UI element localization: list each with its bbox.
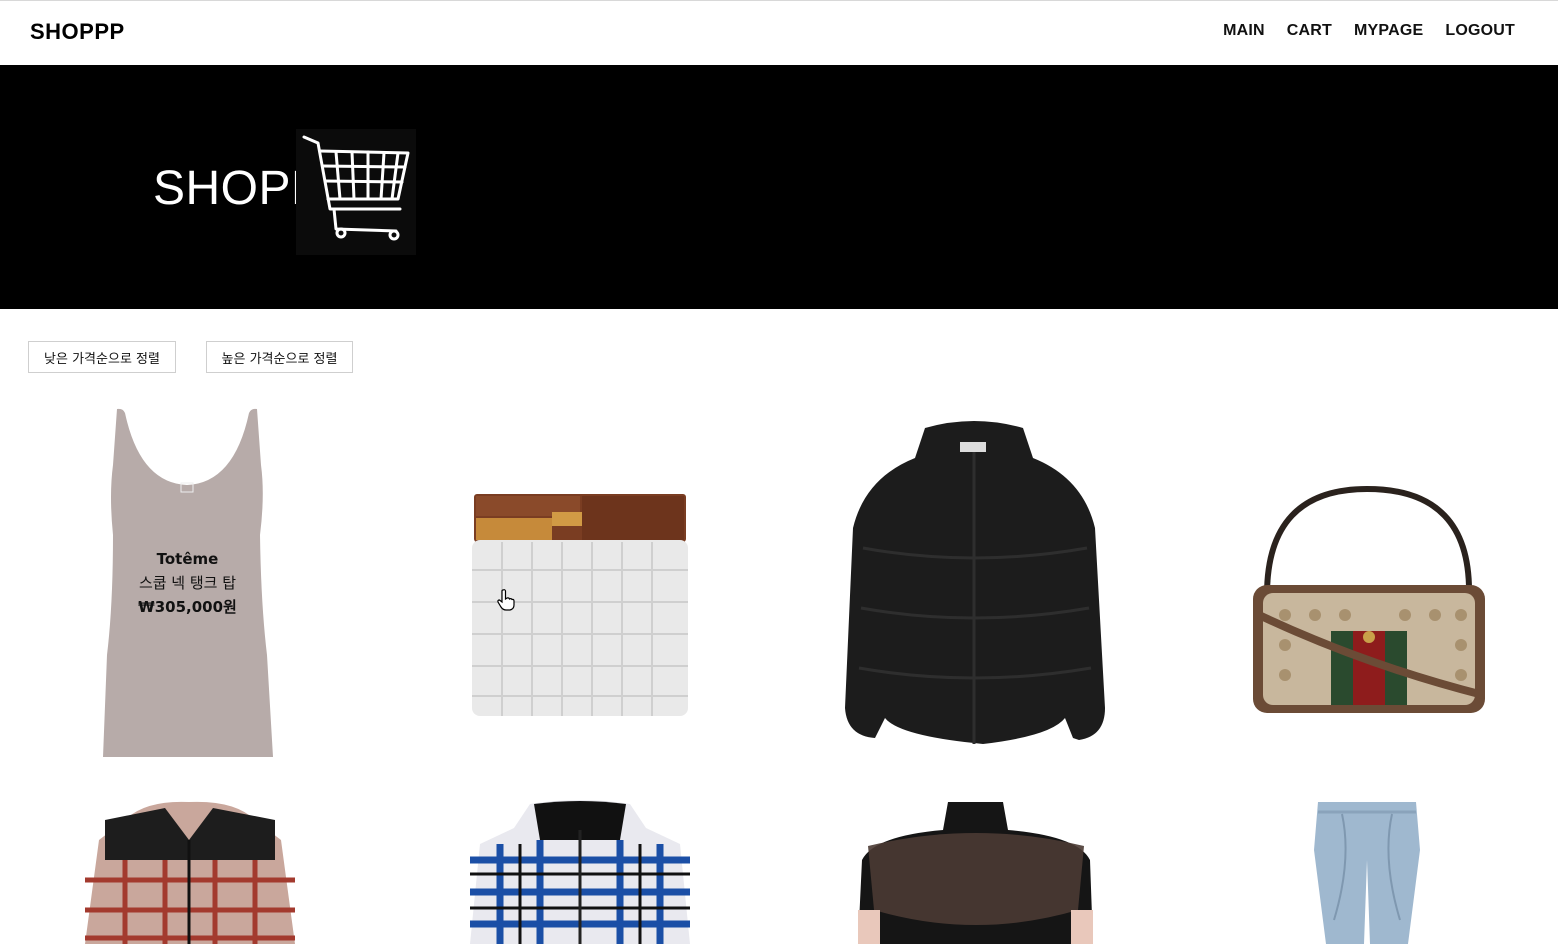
nav-cart[interactable]: CART xyxy=(1287,22,1332,40)
nav-links: MAIN CART MYPAGE LOGOUT xyxy=(1223,22,1515,40)
product-card-tank-top[interactable]: Totême 스쿱 넥 탱크 탑 ₩305,000원 xyxy=(95,405,280,761)
product-brand: Totême xyxy=(156,550,219,568)
jeans-image xyxy=(1314,802,1420,944)
navbar: SHOPPP MAIN CART MYPAGE LOGOUT xyxy=(0,1,1558,65)
sort-low-price-button[interactable]: 낮은 가격순으로 정렬 xyxy=(28,341,176,373)
shoulder-bag-image xyxy=(1253,485,1485,713)
product-card-puffer-jacket[interactable] xyxy=(843,418,1106,748)
sort-high-price-button[interactable]: 높은 가격순으로 정렬 xyxy=(206,341,353,373)
product-price: ₩305,000원 xyxy=(138,598,237,616)
shopping-cart-icon xyxy=(296,129,416,255)
product-card-plaid-hoodie[interactable] xyxy=(470,800,690,944)
product-overlay: Totême 스쿱 넥 탱크 탑 ₩305,000원 xyxy=(95,547,280,619)
puffer-jacket-image xyxy=(845,421,1105,744)
product-card-jeans[interactable] xyxy=(1312,800,1422,944)
nav-logout[interactable]: LOGOUT xyxy=(1445,22,1515,40)
plaid-hoodie-image xyxy=(470,800,690,944)
sheer-top-image xyxy=(858,802,1093,944)
hand-pointer-icon xyxy=(497,589,515,611)
nav-main[interactable]: MAIN xyxy=(1223,22,1265,40)
product-card-plaid-jacket[interactable] xyxy=(85,800,295,944)
brand-logo[interactable]: SHOPPP xyxy=(30,19,125,45)
nav-mypage[interactable]: MYPAGE xyxy=(1354,22,1423,40)
product-name: 스쿱 넥 탱크 탑 xyxy=(138,574,237,592)
product-card-shoulder-bag[interactable] xyxy=(1245,485,1490,717)
hero-banner: SHOPP xyxy=(0,65,1558,309)
plaid-jacket-image xyxy=(85,801,295,944)
product-card-sheer-top[interactable] xyxy=(858,800,1093,944)
